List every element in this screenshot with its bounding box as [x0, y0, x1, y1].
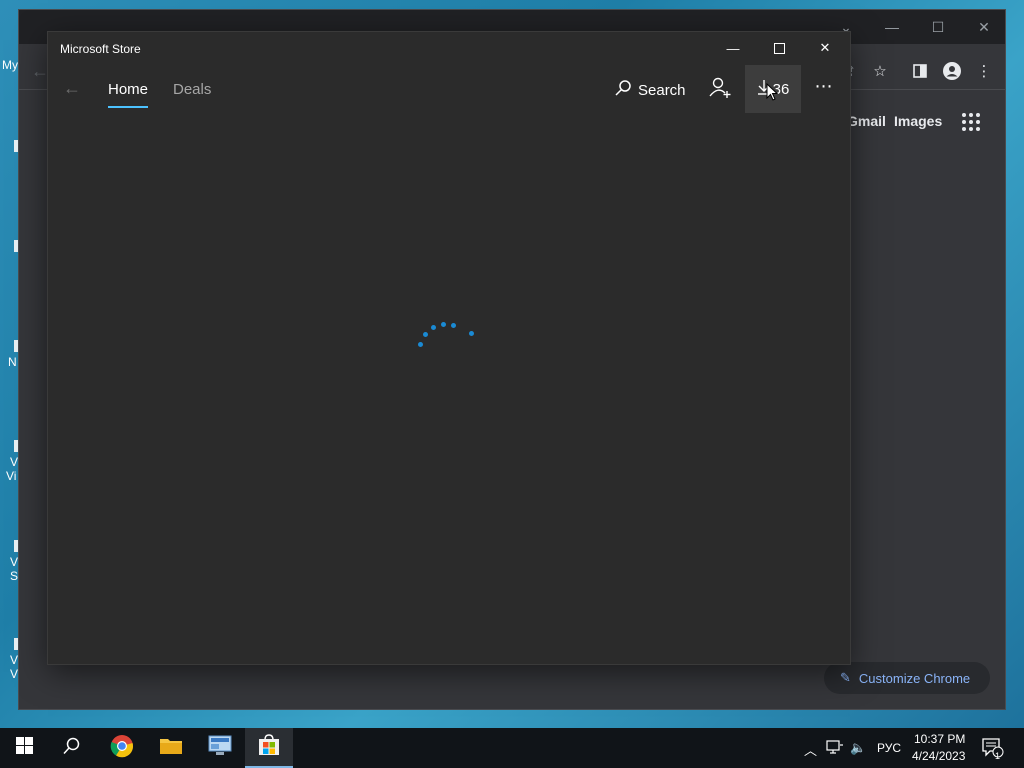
show-hidden-icons-icon[interactable]: ︿ — [804, 740, 817, 759]
desktop-icon-label[interactable]: Vi — [6, 469, 16, 483]
desktop-icon-label[interactable]: V — [10, 653, 18, 667]
notification-center-icon[interactable] — [982, 738, 1004, 761]
bookmark-star-icon[interactable]: ☆ — [868, 59, 892, 83]
tab-deals[interactable]: Deals — [173, 81, 211, 98]
customize-chrome-label: Customize Chrome — [858, 670, 971, 686]
desktop-icon-label[interactable]: V — [10, 667, 18, 681]
back-arrow-icon[interactable]: ← — [60, 76, 84, 100]
volume-icon[interactable]: 🔈 — [850, 740, 866, 756]
mouse-cursor-icon — [766, 82, 779, 101]
desktop-icon-label[interactable]: N — [8, 355, 17, 369]
start-button[interactable] — [0, 728, 48, 768]
search-label: Search — [638, 81, 686, 99]
clock-date[interactable]: 4/24/2023 — [912, 749, 965, 763]
gmail-link[interactable]: Gmail — [847, 113, 886, 129]
language-indicator[interactable]: РУС — [877, 741, 901, 755]
windows-logo-icon — [15, 737, 33, 759]
taskbar-control-panel-button[interactable] — [196, 728, 244, 768]
search-icon — [63, 737, 81, 760]
monitor-icon — [207, 735, 233, 762]
pencil-icon: ✎ — [840, 670, 851, 685]
search-icon — [614, 79, 632, 101]
loading-spinner — [414, 316, 478, 356]
desktop-icon-label[interactable]: My — [2, 58, 18, 72]
taskbar-search-button[interactable] — [48, 728, 96, 768]
taskbar-microsoft-store-button[interactable] — [245, 728, 293, 768]
clock-time[interactable]: 10:37 PM — [914, 732, 965, 746]
tab-home[interactable]: Home — [108, 81, 148, 98]
add-account-icon[interactable] — [708, 76, 736, 104]
microsoft-store-window: Microsoft Store — ✕ ← Home Deals Search … — [48, 32, 850, 664]
close-button[interactable]: ✕ — [802, 32, 848, 64]
network-icon[interactable] — [826, 739, 844, 758]
desktop-icon-label[interactable]: V — [10, 555, 18, 569]
chrome-maximize-button[interactable]: ☐ — [915, 10, 961, 44]
images-link[interactable]: Images — [894, 113, 942, 129]
chrome-close-button[interactable]: ✕ — [961, 10, 1007, 44]
chrome-minimize-button[interactable]: — — [869, 10, 915, 44]
more-options-icon[interactable]: ⋯ — [810, 72, 838, 100]
google-apps-icon[interactable] — [962, 113, 980, 131]
search-button[interactable]: Search — [614, 78, 686, 102]
desktop-icon-label[interactable]: S — [10, 569, 18, 583]
minimize-button[interactable]: — — [710, 32, 756, 64]
desktop-icon-label[interactable]: V — [10, 455, 18, 469]
taskbar-file-explorer-button[interactable] — [147, 728, 195, 768]
folder-icon — [159, 736, 183, 761]
chrome-menu-icon[interactable]: ⋮ — [972, 59, 996, 83]
taskbar-chrome-button[interactable] — [98, 728, 146, 768]
notification-count: 1 — [995, 751, 1001, 761]
profile-icon[interactable] — [940, 59, 964, 83]
side-panel-icon[interactable] — [908, 59, 932, 83]
store-bag-icon — [258, 733, 280, 761]
window-title: Microsoft Store — [60, 42, 141, 56]
maximize-button[interactable] — [756, 32, 802, 64]
customize-chrome-button[interactable]: ✎ Customize Chrome — [824, 662, 990, 694]
chrome-icon — [110, 734, 134, 763]
active-tab-indicator — [108, 106, 148, 108]
